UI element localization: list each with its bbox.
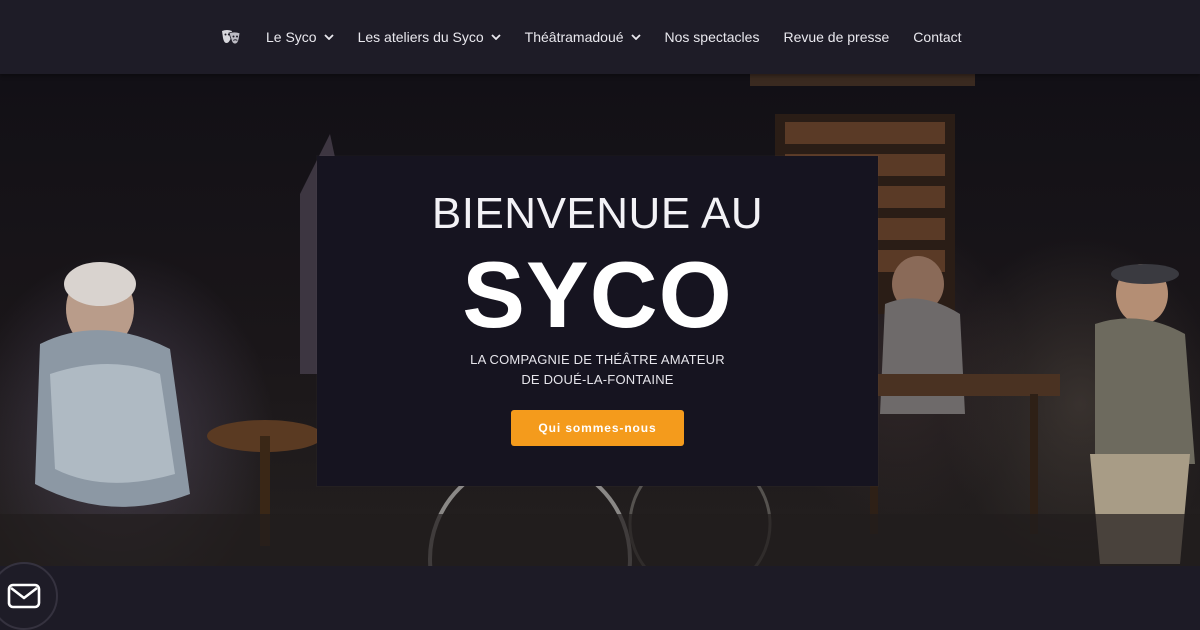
nav-item-label: Les ateliers du Syco	[357, 29, 484, 45]
nav-item-nos-spectacles[interactable]: Nos spectacles	[665, 29, 760, 45]
nav-item-contact[interactable]: Contact	[913, 29, 961, 45]
nav-menu: Le Syco Les ateliers du Syco Théâtramado…	[220, 0, 962, 74]
nav-item-label: Le Syco	[266, 29, 317, 45]
chevron-down-icon	[630, 32, 641, 42]
qui-sommes-nous-button[interactable]: Qui sommes-nous	[511, 410, 684, 446]
hero-subtitle-line1: LA COMPAGNIE DE THÉÂTRE AMATEUR	[470, 352, 725, 367]
chevron-down-icon	[491, 32, 501, 42]
nav-item-label: Revue de presse	[783, 29, 890, 45]
nav-item-label: Contact	[913, 29, 962, 45]
nav-item-revue-de-presse[interactable]: Revue de presse	[783, 29, 889, 45]
hero-card: BIENVENUE AU SYCO LA COMPAGNIE DE THÉÂTR…	[317, 156, 878, 486]
nav-item-ateliers[interactable]: Les ateliers du Syco	[358, 29, 501, 45]
hero-section: BIENVENUE AU SYCO LA COMPAGNIE DE THÉÂTR…	[0, 74, 1200, 566]
chevron-down-icon	[323, 32, 334, 42]
contact-fab-button[interactable]	[0, 562, 58, 630]
top-navbar: Le Syco Les ateliers du Syco Théâtramado…	[0, 0, 1200, 74]
hero-title: SYCO	[462, 242, 733, 347]
envelope-icon	[7, 583, 41, 609]
nav-item-theatramadoue[interactable]: Théâtramadoué	[525, 29, 641, 45]
hero-subtitle-line2: DE DOUÉ-LA-FONTAINE	[521, 372, 674, 387]
hero-subtitle: LA COMPAGNIE DE THÉÂTRE AMATEUR DE DOUÉ-…	[317, 350, 878, 390]
nav-item-le-syco[interactable]: Le Syco	[266, 29, 334, 45]
nav-item-label: Nos spectacles	[664, 29, 760, 45]
nav-item-label: Théâtramadoué	[524, 29, 624, 45]
theater-masks-icon[interactable]	[220, 26, 242, 48]
page: Le Syco Les ateliers du Syco Théâtramado…	[0, 0, 1200, 630]
hero-kicker: BIENVENUE AU	[431, 189, 764, 238]
